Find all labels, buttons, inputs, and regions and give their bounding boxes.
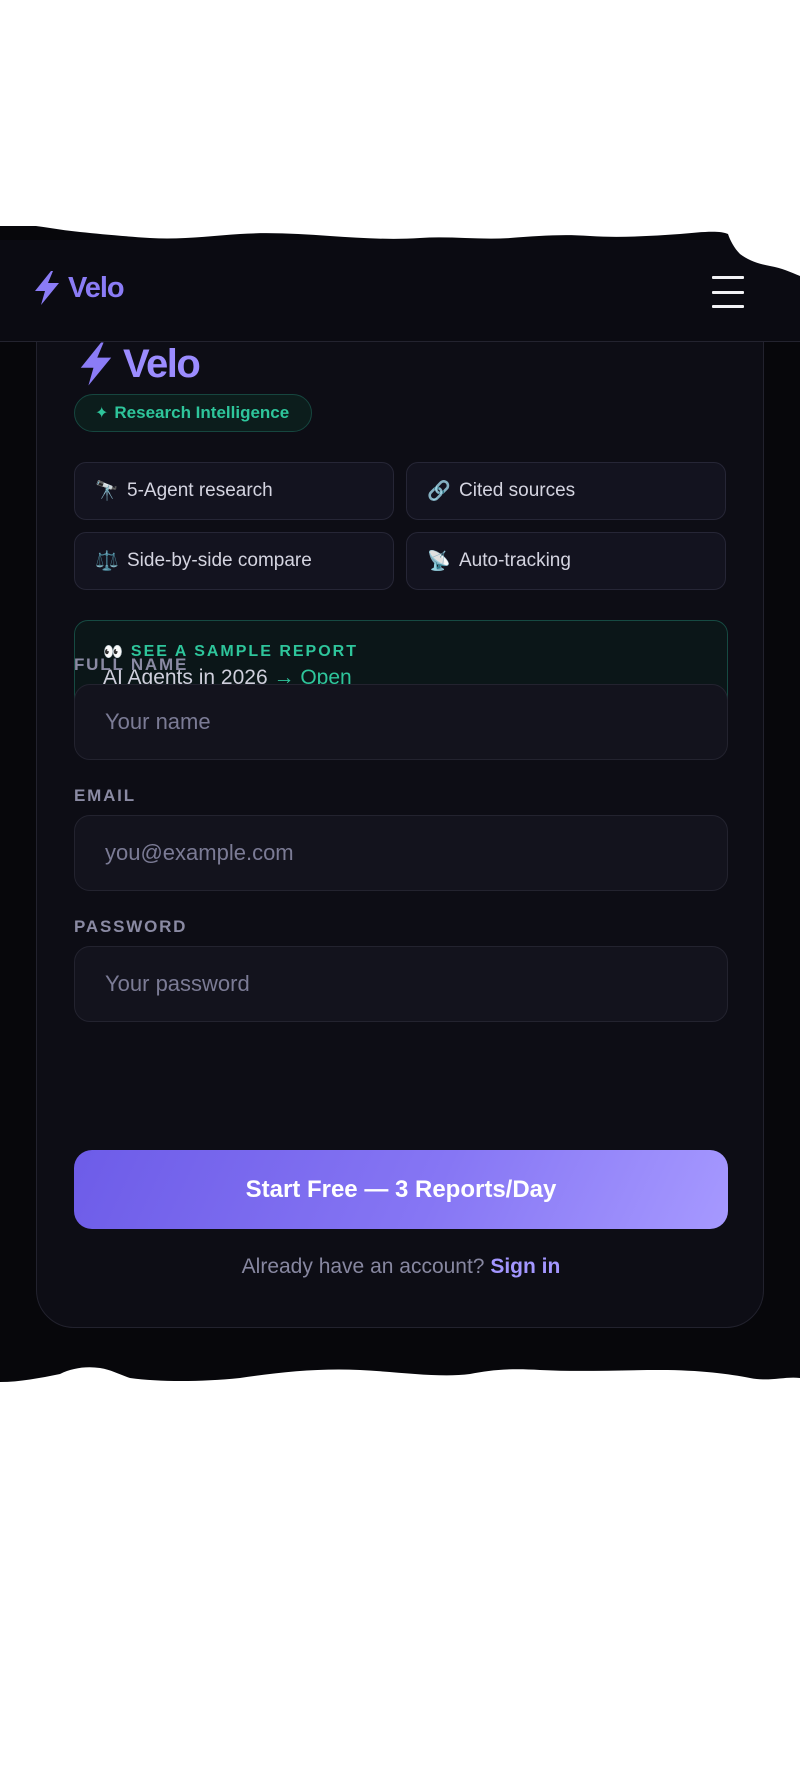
feature-label: 5-Agent research: [127, 480, 273, 501]
research-intelligence-badge: ✦ Research Intelligence: [74, 394, 313, 432]
feature-chip-agent-research: 🔭 5-Agent research: [74, 462, 394, 520]
full-name-input[interactable]: [74, 684, 728, 760]
link-icon: 🔗: [427, 481, 451, 502]
signin-prompt: Already have an account? Sign in: [37, 1255, 765, 1279]
page: Velo Velo ✦ Research Intelligence 🔭 5-Ag…: [0, 0, 800, 1778]
sign-in-link[interactable]: Sign in: [490, 1255, 560, 1278]
signin-prompt-text: Already have an account?: [241, 1255, 485, 1278]
password-label: PASSWORD: [74, 917, 188, 936]
sparkle-icon: ✦: [95, 405, 109, 422]
feature-label: Auto-tracking: [459, 550, 571, 571]
satellite-dish-icon: 📡: [427, 551, 451, 572]
scales-icon: ⚖️: [95, 551, 119, 572]
torn-edge-top: [0, 220, 800, 276]
signup-card: Velo ✦ Research Intelligence 🔭 5-Agent r…: [36, 280, 764, 1328]
menu-bar-icon: [712, 290, 744, 294]
feature-label: Cited sources: [459, 480, 576, 501]
feature-chip-auto-tracking: 📡 Auto-tracking: [406, 532, 726, 590]
lightning-bolt-icon: [80, 342, 112, 386]
menu-bar-icon: [712, 305, 744, 308]
feature-grid: 🔭 5-Agent research 🔗 Cited sources ⚖️ Si…: [74, 462, 728, 590]
card-brand-name: Velo: [123, 341, 201, 386]
card-logo: Velo: [77, 341, 201, 387]
start-free-button[interactable]: Start Free — 3 Reports/Day: [74, 1150, 728, 1229]
email-input[interactable]: [74, 815, 728, 891]
full-name-label: FULL NAME: [74, 655, 189, 674]
feature-chip-compare: ⚖️ Side-by-side compare: [74, 532, 394, 590]
feature-chip-cited-sources: 🔗 Cited sources: [406, 462, 726, 520]
telescope-icon: 🔭: [95, 481, 119, 502]
feature-label: Side-by-side compare: [127, 550, 312, 571]
torn-edge-bottom: [0, 1367, 800, 1422]
badge-label: Research Intelligence: [114, 403, 290, 422]
password-input[interactable]: [74, 946, 728, 1022]
email-label: EMAIL: [74, 786, 136, 805]
